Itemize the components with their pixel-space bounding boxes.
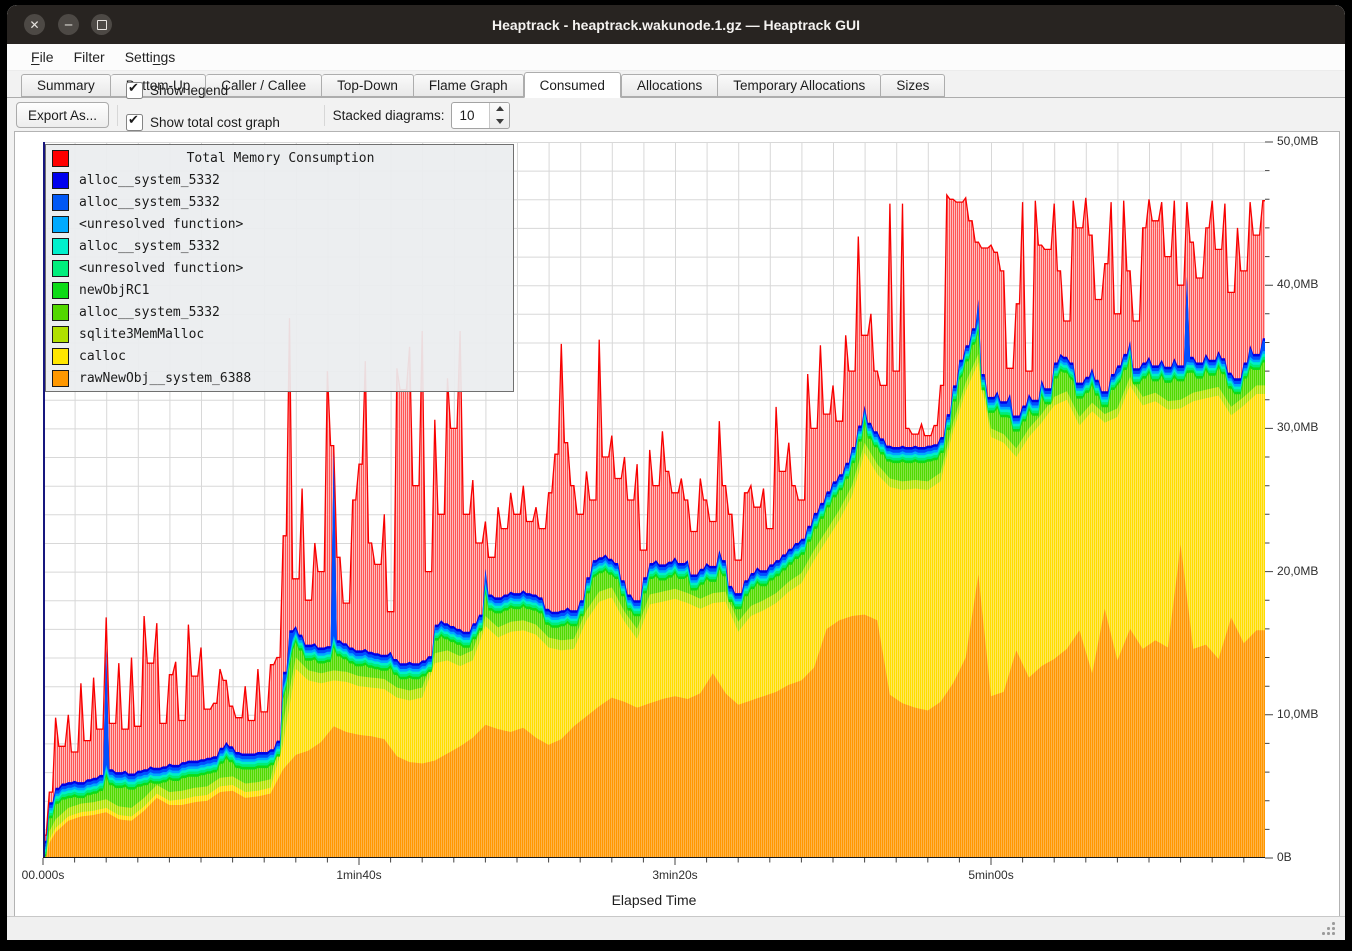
legend-swatch-icon (52, 260, 69, 277)
y-tick-label: 50,0MB (1277, 134, 1318, 148)
tab-sizes[interactable]: Sizes (881, 74, 945, 97)
stacked-diagrams-spinbox[interactable]: 10 (451, 102, 510, 129)
legend-swatch-icon (52, 172, 69, 189)
arrow-up-icon (496, 106, 504, 111)
menu-item-settings[interactable]: Settings (115, 47, 186, 67)
x-tick-label: 5min00s (968, 868, 1013, 882)
toolbar-separator (324, 105, 325, 126)
tab-allocations[interactable]: Allocations (621, 74, 718, 97)
legend-item: rawNewObj__system_6388 (46, 367, 513, 389)
chart-panel: Total Memory Consumption alloc__system_53… (14, 131, 1340, 917)
legend-item: alloc__system_5332 (46, 235, 513, 257)
legend-swatch-icon (52, 348, 69, 365)
spinbox-value[interactable]: 10 (452, 103, 489, 128)
legend-label: newObjRC1 (79, 283, 149, 298)
menu-bar: FileFilterSettings (7, 44, 1345, 71)
resize-grip[interactable] (1322, 922, 1337, 937)
legend-swatch-icon (52, 216, 69, 233)
menu-item-filter[interactable]: Filter (64, 47, 115, 67)
x-tick-label: 1min40s (336, 868, 381, 882)
y-tick-label: 20,0MB (1277, 564, 1318, 578)
window-title: Heaptrack - heaptrack.wakunode.1.gz — He… (7, 5, 1345, 44)
legend-label: alloc__system_5332 (79, 305, 220, 320)
checkbox-show-legend[interactable]: ✔ Show legend (126, 82, 312, 99)
legend-swatch-icon (52, 150, 69, 167)
legend-item: Total Memory Consumption (46, 147, 513, 169)
checkbox-label: Show legend (150, 83, 228, 98)
y-tick-label: 0B (1277, 850, 1292, 864)
checkbox-box[interactable]: ✔ (126, 114, 143, 131)
arrow-down-icon (496, 119, 504, 124)
tab-top-down[interactable]: Top-Down (322, 74, 414, 97)
legend-label: alloc__system_5332 (79, 239, 220, 254)
check-icon: ✔ (128, 113, 139, 128)
spin-down-button[interactable] (490, 115, 509, 128)
tab-consumed[interactable]: Consumed (524, 72, 621, 98)
stacked-diagrams-label: Stacked diagrams: (333, 108, 445, 123)
legend-item: calloc (46, 345, 513, 367)
chart-legend: Total Memory Consumption alloc__system_53… (45, 144, 514, 392)
legend-label: alloc__system_5332 (79, 173, 220, 188)
export-as-button[interactable]: Export As... (16, 102, 109, 128)
legend-label: <unresolved function> (79, 217, 243, 232)
legend-swatch-icon (52, 326, 69, 343)
y-tick-label: 10,0MB (1277, 707, 1318, 721)
legend-swatch-icon (52, 370, 69, 387)
legend-swatch-icon (52, 304, 69, 321)
checkbox-box[interactable]: ✔ (126, 82, 143, 99)
y-tick-label: 40,0MB (1277, 277, 1318, 291)
legend-item: newObjRC1 (46, 279, 513, 301)
check-icon: ✔ (128, 81, 139, 96)
legend-label: alloc__system_5332 (79, 195, 220, 210)
checkbox-show-total-cost-graph[interactable]: ✔ Show total cost graph (126, 114, 312, 131)
toolbar-separator (117, 105, 118, 126)
legend-swatch-icon (52, 282, 69, 299)
legend-item: sqlite3MemMalloc (46, 323, 513, 345)
legend-item: <unresolved function> (46, 257, 513, 279)
status-bar (7, 916, 1345, 940)
menu-item-file[interactable]: File (21, 47, 64, 67)
x-axis-title: Elapsed Time (43, 892, 1265, 908)
legend-swatch-icon (52, 238, 69, 255)
y-tick-label: 30,0MB (1277, 420, 1318, 434)
checkbox-label: Show total cost graph (150, 115, 280, 130)
legend-label: calloc (79, 349, 126, 364)
legend-item: <unresolved function> (46, 213, 513, 235)
legend-title: Total Memory Consumption (79, 151, 482, 166)
x-tick-label: 00.000s (22, 868, 65, 882)
legend-swatch-icon (52, 194, 69, 211)
legend-label: rawNewObj__system_6388 (79, 371, 251, 386)
heaptrack-window: ✕ ─ Heaptrack - heaptrack.wakunode.1.gz … (7, 5, 1345, 940)
tab-summary[interactable]: Summary (21, 74, 111, 97)
legend-label: <unresolved function> (79, 261, 243, 276)
legend-item: alloc__system_5332 (46, 169, 513, 191)
tab-temporary-allocations[interactable]: Temporary Allocations (718, 74, 881, 97)
title-bar: ✕ ─ Heaptrack - heaptrack.wakunode.1.gz … (7, 5, 1345, 44)
legend-item: alloc__system_5332 (46, 301, 513, 323)
tab-flame-graph[interactable]: Flame Graph (414, 74, 524, 97)
x-tick-label: 3min20s (652, 868, 697, 882)
toolbar: Export As... ✔Show legend✔Show total cos… (7, 98, 1345, 132)
legend-label: sqlite3MemMalloc (79, 327, 204, 342)
legend-item: alloc__system_5332 (46, 191, 513, 213)
spin-up-button[interactable] (490, 103, 509, 116)
